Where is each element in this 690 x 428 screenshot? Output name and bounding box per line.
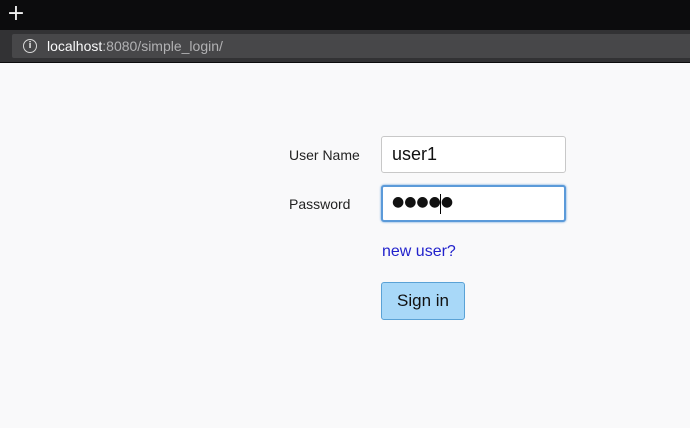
new-user-link[interactable]: new user? [382,243,456,261]
username-label: User Name [289,147,360,163]
url-path: :8080/simple_login/ [102,38,223,54]
password-label: Password [289,196,351,212]
url-text[interactable]: localhost:8080/simple_login/ [47,38,223,54]
text-caret [440,194,441,214]
sign-in-button[interactable]: Sign in [381,282,465,320]
tab-strip: + [0,0,690,30]
address-bar[interactable]: i localhost:8080/simple_login/ [12,34,690,58]
username-value: user1 [392,144,438,164]
url-host: localhost [47,38,103,54]
password-value: ●●●●● [392,194,454,210]
new-tab-icon[interactable]: + [6,3,26,25]
password-input[interactable]: ●●●●● [381,185,566,222]
site-info-icon[interactable]: i [23,39,37,53]
navigation-toolbar: i localhost:8080/simple_login/ [0,30,690,63]
username-input[interactable]: user1 [381,136,566,173]
